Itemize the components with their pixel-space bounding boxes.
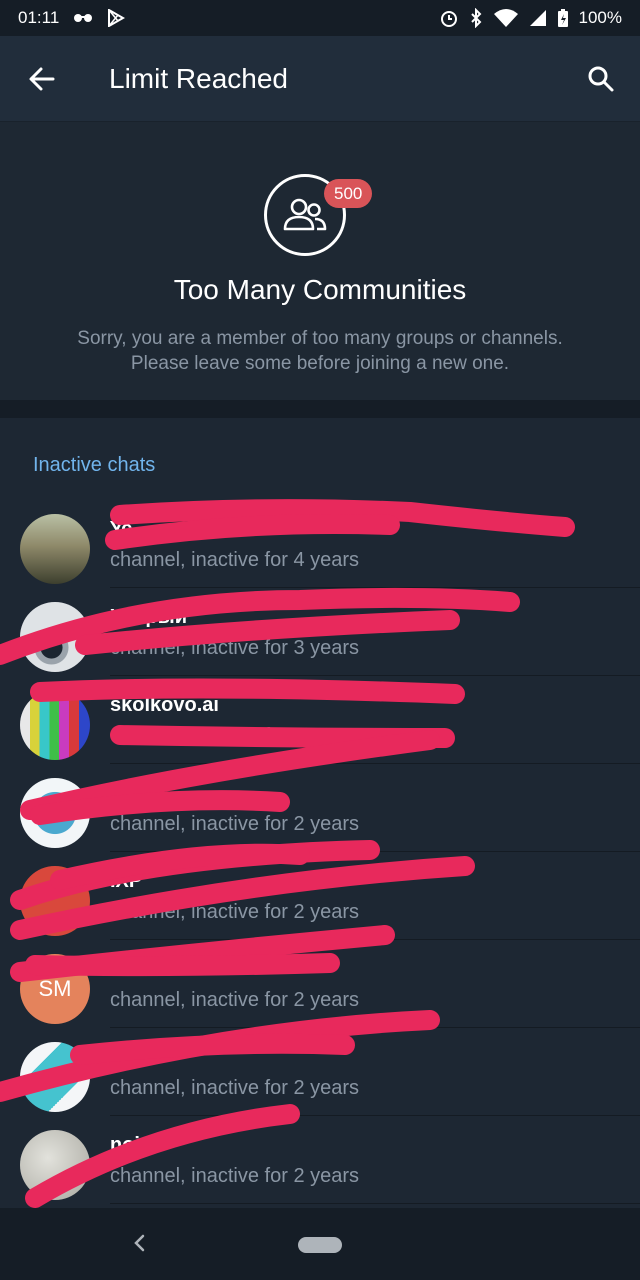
app-bar: Limit Reached [0,36,640,122]
chat-row[interactable]: Ус channel, inactive for 4 years [0,500,640,588]
chat-name: Ус [110,518,133,540]
nav-back-button[interactable] [124,1228,154,1258]
chat-subtitle: channel, inactive for 3 years [110,637,360,659]
chat-row[interactable]: skolkovo.ai channel, inactive for 3 year… [0,676,640,764]
hero-description-line2: Please leave some before joining a new o… [130,353,510,374]
chat-subtitle: channel, inactive for 2 years [110,901,360,923]
chevron-left-icon [134,1234,145,1252]
avatar [20,1042,90,1112]
avatar-initials: SM [38,976,72,1001]
section-divider [0,400,640,418]
chat-row[interactable]: SM materials channel, inactive for 2 yea… [0,940,640,1028]
chat-subtitle: channel, inactive for 2 years [110,813,360,835]
hero-description-line1: Sorry, you are a member of too many grou… [77,328,563,349]
chat-name: Хитрый [110,606,188,628]
avatar [20,1130,90,1200]
glasses-icon [73,7,93,29]
inactive-chat-list: Ус channel, inactive for 4 years Хитрый … [0,500,640,1204]
alarm-icon [439,7,459,29]
system-nav-bar [0,1208,640,1280]
signal-icon [529,7,547,29]
nav-home-button[interactable] [298,1237,342,1253]
chat-row[interactable]: News channel, inactive for 2 years [0,764,640,852]
section-title: Inactive chats [33,454,156,476]
avatar [20,866,90,936]
search-icon [588,66,614,92]
chat-row[interactable]: noise channel, inactive for 2 years [0,1116,640,1204]
chat-subtitle: channel, inactive for 4 years [110,549,360,571]
status-time: 01:11 [18,8,60,27]
play-store-icon [107,7,126,29]
row-separator [110,1203,640,1204]
battery-icon [557,7,569,29]
chat-row[interactable]: IXP channel, inactive for 2 years [0,852,640,940]
limit-badge: 500 [324,179,373,208]
arrow-left-icon [29,67,55,90]
limit-hero: 500 Too Many Communities Sorry, you are … [0,122,640,400]
hero-title: Too Many Communities [173,274,467,305]
chat-subtitle: channel, inactive for 2 years [110,1077,360,1099]
back-button[interactable] [0,36,84,122]
chat-name: News [110,782,163,804]
avatar [20,514,90,584]
status-bar: 01:11 100% [0,0,640,36]
chat-subtitle: channel, inactive for 2 years [110,1165,360,1187]
chat-name: IXP [110,870,143,892]
hero-description: Sorry, you are a member of too many grou… [40,326,600,376]
search-button[interactable] [576,54,626,104]
battery-percent: 100% [578,8,622,27]
chat-row[interactable]: ворт channel, inactive for 2 years [0,1028,640,1116]
chat-row[interactable]: Хитрый channel, inactive for 3 years [0,588,640,676]
bluetooth-icon [469,7,483,29]
chat-name: ворт [110,1046,156,1068]
chat-subtitle: channel, inactive for 2 years [110,989,360,1011]
wifi-icon [493,7,519,29]
avatar [20,602,90,672]
chat-name: noise [110,1134,163,1156]
chat-subtitle: channel, inactive for 3 years [110,725,360,747]
chat-name: materials [110,958,198,980]
avatar: SM [20,954,90,1024]
page-title: Limit Reached [109,62,288,94]
avatar [20,778,90,848]
chat-name: skolkovo.ai [110,694,219,716]
avatar [20,690,90,760]
